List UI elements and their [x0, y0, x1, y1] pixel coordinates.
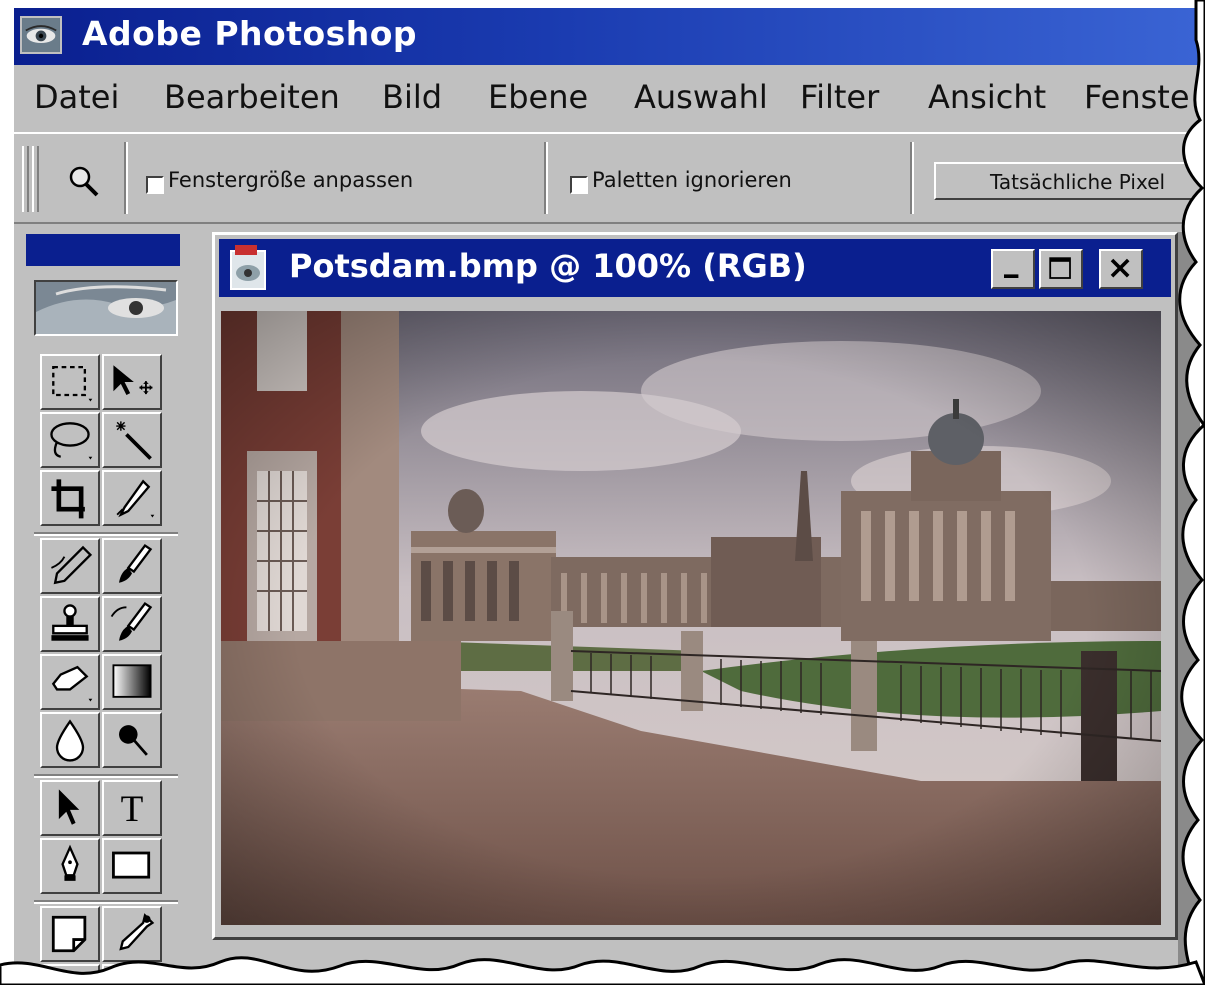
document-title: Potsdam.bmp @ 100% (RGB)	[289, 247, 807, 285]
lasso-tool-icon[interactable]	[40, 412, 100, 468]
blur-tool-icon[interactable]	[40, 712, 100, 768]
options-bar-grip-2[interactable]	[32, 146, 39, 212]
menu-filter[interactable]: Filter	[800, 78, 879, 116]
image-canvas[interactable]	[221, 311, 1161, 925]
toolbox-title-bar[interactable]	[26, 234, 180, 266]
fit-window-label: Fenstergröße anpassen	[168, 168, 414, 192]
toolbox-separator	[34, 900, 178, 904]
menu-datei[interactable]: Datei	[34, 78, 119, 116]
toolbox-separator	[34, 774, 178, 778]
options-separator	[124, 142, 128, 214]
menu-bearbeiten[interactable]: Bearbeiten	[164, 78, 340, 116]
hand-tool-icon[interactable]	[40, 964, 100, 985]
eyedropper-tool-icon[interactable]	[102, 906, 162, 962]
pen-tool-icon[interactable]	[40, 838, 100, 894]
menu-auswahl[interactable]: Auswahl	[634, 78, 768, 116]
menu-bild[interactable]: Bild	[382, 78, 442, 116]
crop-tool-icon[interactable]	[40, 470, 100, 526]
type-tool-icon[interactable]: T	[102, 780, 162, 836]
close-button[interactable]	[1099, 249, 1143, 289]
rectangle-shape-tool-icon[interactable]	[102, 838, 162, 894]
eyedropper-airbrush-tool-icon[interactable]	[102, 470, 162, 526]
paintbrush-tool-icon[interactable]	[102, 538, 162, 594]
rubber-stamp-tool-icon[interactable]	[40, 596, 100, 652]
notes-tool-icon[interactable]	[40, 906, 100, 962]
burn-tool-icon[interactable]	[102, 712, 162, 768]
maximize-button[interactable]	[1039, 249, 1083, 289]
fit-window-checkbox[interactable]	[146, 176, 164, 194]
app-title: Adobe Photoshop	[82, 14, 418, 53]
path-selection-tool-icon[interactable]	[40, 780, 100, 836]
ignore-palettes-label: Paletten ignorieren	[592, 168, 792, 192]
magic-wand-tool-icon[interactable]	[102, 412, 162, 468]
eraser-tool-icon[interactable]	[40, 654, 100, 710]
document-bmp-icon	[229, 245, 269, 291]
document-title-bar[interactable]: Potsdam.bmp @ 100% (RGB)	[219, 239, 1171, 297]
title-bar[interactable]: Adobe Photoshop	[14, 8, 1200, 65]
options-separator	[910, 142, 914, 214]
gradient-tool-icon[interactable]	[102, 654, 162, 710]
menu-fenster[interactable]: Fenste	[1084, 78, 1190, 116]
history-brush-tool-icon[interactable]	[102, 596, 162, 652]
move-tool-icon[interactable]	[102, 354, 162, 410]
actual-pixels-button[interactable]: Tatsächliche Pixel	[934, 162, 1200, 200]
document-window: Potsdam.bmp @ 100% (RGB)	[212, 232, 1178, 940]
rectangular-marquee-tool-icon[interactable]	[40, 354, 100, 410]
menu-ebene[interactable]: Ebene	[488, 78, 588, 116]
photoshop-eye-logo[interactable]	[34, 280, 178, 336]
type-tool-glyph: T	[121, 789, 144, 830]
menu-bar: Datei Bearbeiten Bild Ebene Auswahl Filt…	[14, 68, 1200, 126]
pencil-tool-icon[interactable]	[40, 538, 100, 594]
zoom-tool-icon[interactable]	[102, 964, 162, 985]
photoshop-eye-icon	[20, 16, 62, 54]
options-bar: Fenstergröße anpassen Paletten ignoriere…	[14, 132, 1200, 224]
photoshop-window: Adobe Photoshop Datei Bearbeiten Bild Eb…	[14, 8, 1200, 985]
ignore-palettes-checkbox[interactable]	[570, 176, 588, 194]
minimize-button[interactable]	[991, 249, 1035, 289]
zoom-tool-icon[interactable]	[66, 164, 102, 198]
menu-ansicht[interactable]: Ansicht	[928, 78, 1046, 116]
toolbox: T	[26, 232, 188, 985]
options-bar-grip[interactable]	[22, 146, 29, 212]
options-separator	[544, 142, 548, 214]
workspace-background	[1178, 232, 1200, 985]
toolbox-separator	[34, 532, 178, 536]
